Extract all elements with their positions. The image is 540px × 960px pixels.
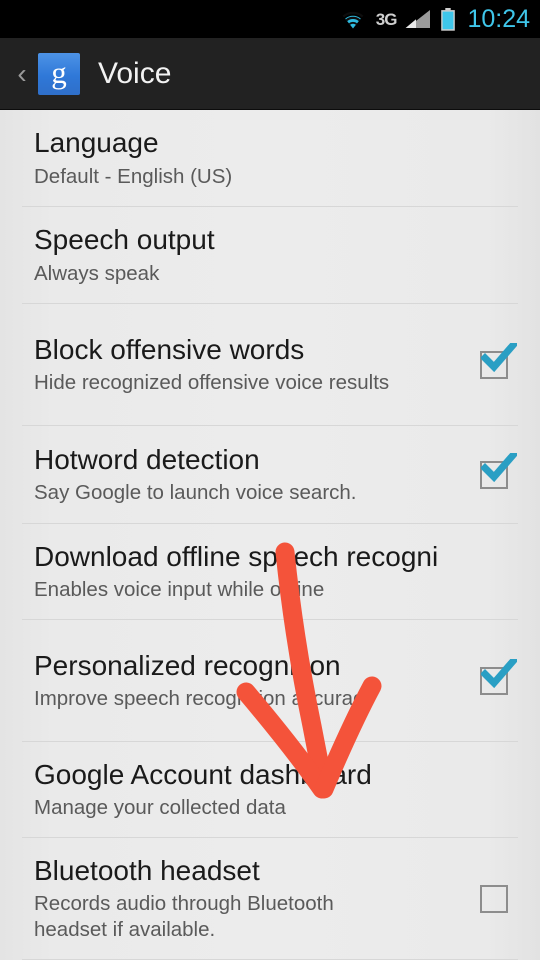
phone-screen: 3G 10:24 ‹ g Voice Language Default - Eng… [0,0,540,960]
row-title: Hotword detection [34,443,260,475]
checkbox-unchecked-icon[interactable] [480,885,508,913]
google-logo-letter: g [51,54,67,90]
row-summary: Default - English (US) [34,164,233,188]
row-title: Personalized recognition [34,649,341,681]
settings-list[interactable]: Language Default - English (US) Speech out… [0,110,540,960]
settings-row[interactable]: Google Account dashboard Manage your coll… [0,742,540,838]
wifi-icon [339,8,367,30]
checkbox-checked-icon[interactable] [480,343,517,379]
row-summary: Improve speech recognition accuracy [34,687,374,711]
settings-row[interactable]: Download offline speech recogni Enables v… [0,524,540,620]
row-summary: Records audio through Bluetooth headset … [34,891,334,942]
row-summary: Always speak [34,261,160,285]
row-summary: Hide recognized offensive voice results [34,371,390,395]
checkbox-cell[interactable] [448,453,540,489]
row-summary: Manage your collected data [34,796,286,820]
status-clock: 10:24 [467,4,530,33]
row-text-block: Language Default - English (US) [34,127,448,190]
network-type-label: 3G [375,9,398,29]
checkbox-cell[interactable] [448,659,540,695]
settings-row[interactable]: Speech output Always speak [0,207,540,304]
battery-icon [440,7,456,31]
settings-row[interactable]: Bluetooth headset Records audio through B… [0,838,540,960]
page-title: Voice [98,56,172,90]
action-bar: ‹ g Voice [0,38,540,110]
checkbox-checked-icon[interactable] [480,453,517,489]
row-text-block: Bluetooth headset Records audio through B… [34,855,448,944]
status-bar: 3G 10:24 [0,0,540,38]
checkbox-cell[interactable] [448,343,540,379]
row-text-block: Personalized recognition Improve speech r… [34,650,448,713]
settings-row[interactable]: Hotword detection Say Google to launch vo… [0,426,540,524]
settings-row[interactable]: Block offensive words Hide recognized off… [0,304,540,426]
row-text-block: Speech output Always speak [34,224,448,287]
google-logo-icon[interactable]: g [38,52,80,95]
row-text-block: Block offensive words Hide recognized off… [34,334,448,397]
row-title: Google Account dashboard [34,758,372,790]
settings-row[interactable]: Personalized recognition Improve speech r… [0,620,540,742]
row-title: Download offline speech recogni [34,540,439,572]
checkbox-cell[interactable] [448,885,540,913]
signal-bars-icon [405,9,431,29]
3g-icon: 3G [375,9,398,29]
row-summary: Say Google to launch voice search. [34,481,357,505]
checkbox-checked-icon[interactable] [480,659,517,695]
back-chevron-icon[interactable]: ‹ [8,59,36,88]
row-title: Bluetooth headset [34,854,260,886]
row-summary: Enables voice input while offline [34,578,325,602]
row-title: Language [34,127,159,159]
row-title: Block offensive words [34,333,305,365]
row-title: Speech output [34,224,215,256]
settings-row[interactable]: Language Default - English (US) [0,110,540,207]
row-text-block: Google Account dashboard Manage your coll… [34,759,448,822]
row-text-block: Download offline speech recogni Enables v… [34,541,448,604]
row-text-block: Hotword detection Say Google to launch vo… [34,444,448,507]
